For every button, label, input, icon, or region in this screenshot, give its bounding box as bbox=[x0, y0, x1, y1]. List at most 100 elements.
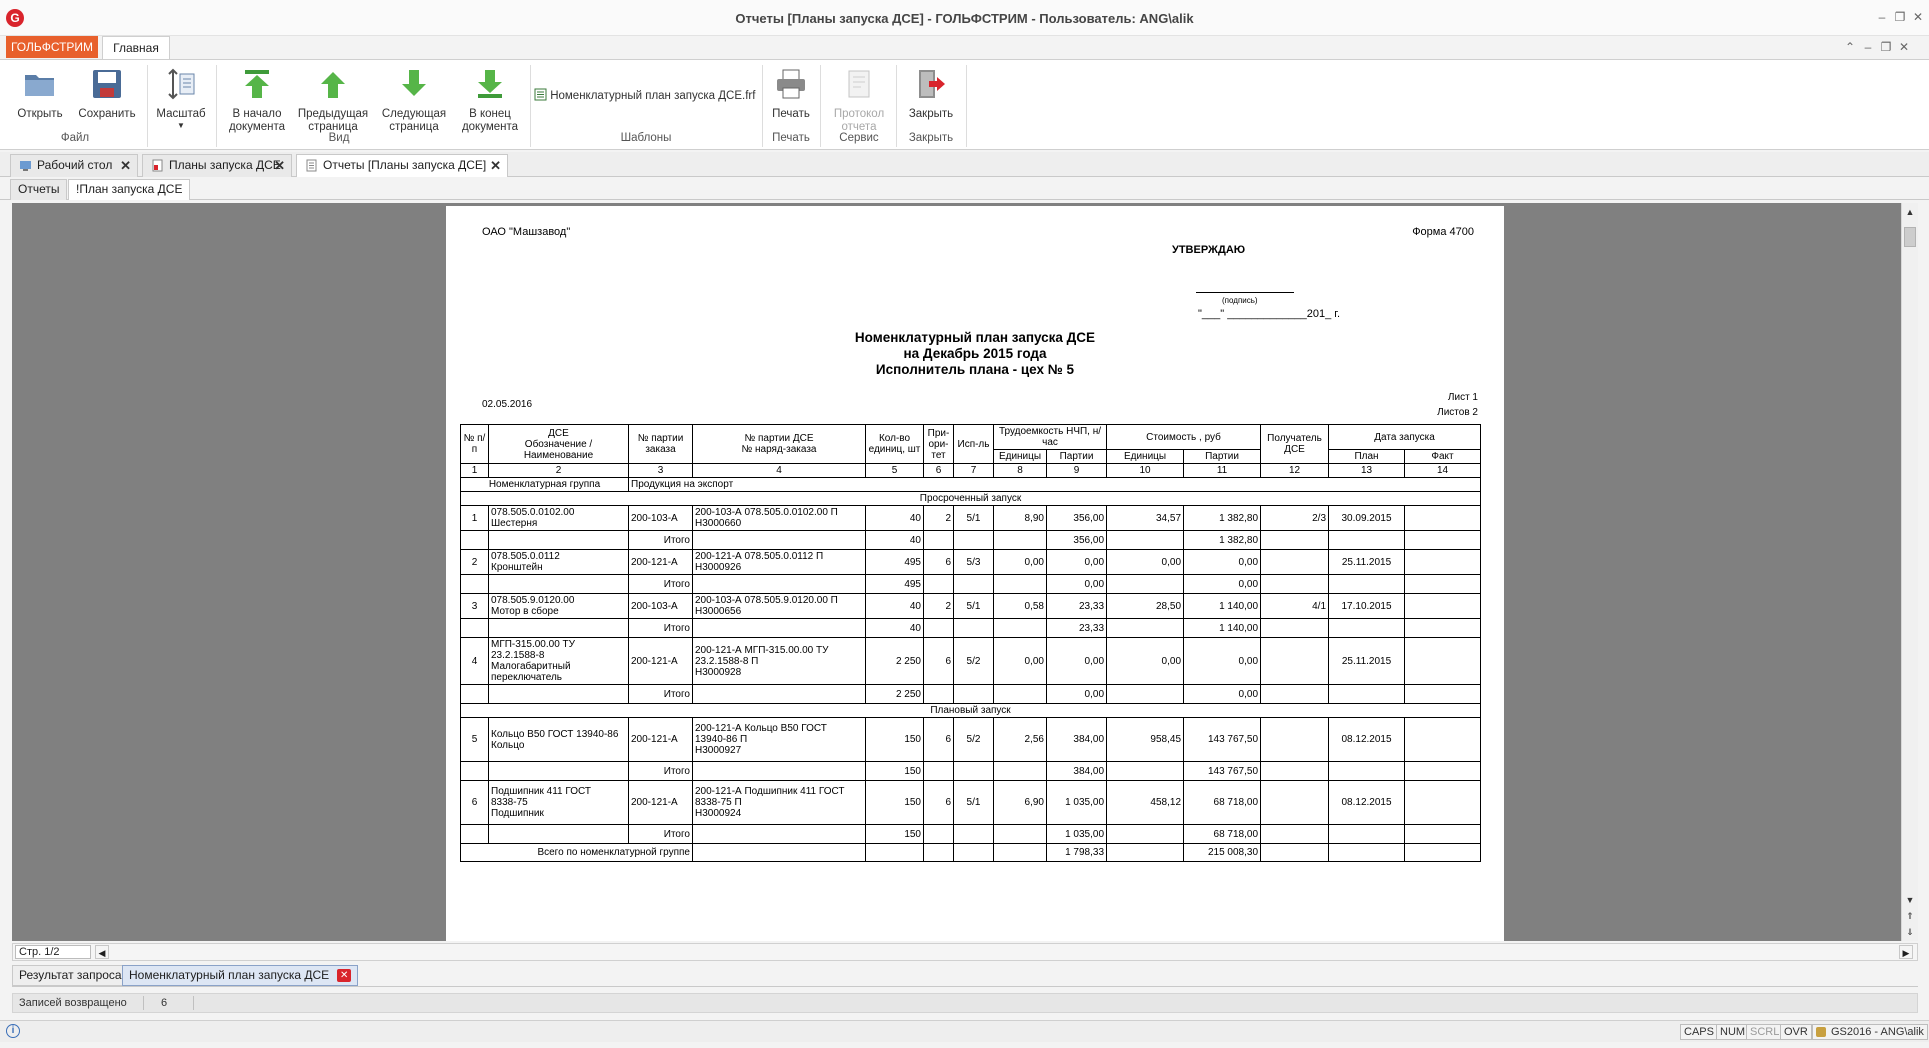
ribbon-separator bbox=[147, 65, 148, 147]
tab-launch-plans[interactable]: Планы запуска ДСЕ ✕ bbox=[142, 154, 292, 177]
print-button[interactable]: Печать bbox=[766, 62, 816, 121]
row-cost-b: 0,00 bbox=[1183, 637, 1262, 685]
row-cost-b: 0,00 bbox=[1183, 549, 1262, 575]
zoom-fit-icon bbox=[168, 68, 195, 100]
total-row: Итого 40 356,00 1 382,80 bbox=[460, 530, 1482, 550]
subtab-reports[interactable]: Отчеты bbox=[10, 179, 68, 200]
first-page-button[interactable]: В начало документа bbox=[224, 62, 290, 134]
tab-report-result-label: Номенклатурный план запуска ДСЕ bbox=[129, 968, 330, 982]
tab-app-menu[interactable]: ГОЛЬФСТРИМ bbox=[6, 36, 98, 58]
restore-icon[interactable]: ❐ bbox=[1892, 10, 1908, 24]
ribbon-separator bbox=[820, 65, 821, 147]
protocol-button[interactable]: Протокол отчета bbox=[826, 62, 892, 134]
dse-line: 078.505.0.0102.00 bbox=[491, 507, 575, 518]
row-lab-b: 0,00 bbox=[1045, 637, 1108, 685]
prev-page-scroll-icon[interactable]: ⇑ bbox=[1903, 909, 1917, 923]
report-title-2: на Декабрь 2015 года bbox=[903, 346, 1047, 361]
dse-line: Кронштейн bbox=[491, 562, 543, 573]
column-number: 4 bbox=[692, 463, 866, 478]
report-viewer[interactable]: ОАО "Машзавод" Форма 4700 УТВЕРЖДАЮ (под… bbox=[12, 203, 1901, 941]
column-number: 9 bbox=[1045, 463, 1108, 478]
print-label: Печать bbox=[772, 108, 810, 120]
template-button[interactable]: Номенклатурный план запуска ДСЕ.frf bbox=[534, 88, 758, 103]
report-document-icon bbox=[306, 159, 317, 172]
records-separator bbox=[193, 996, 194, 1010]
row-lab-u: 2,56 bbox=[993, 717, 1047, 762]
total-labor: 0,00 bbox=[1045, 574, 1108, 594]
section-row: Просроченный запуск bbox=[459, 491, 1482, 506]
order-line: Н3000928 bbox=[695, 666, 742, 678]
scroll-up-icon[interactable]: ▲ bbox=[1903, 205, 1917, 219]
row-lab-u: 0,00 bbox=[993, 549, 1047, 575]
zoom-button[interactable]: Масштаб ▼ bbox=[152, 62, 210, 130]
minimize-icon[interactable]: – bbox=[1874, 10, 1890, 24]
open-button[interactable]: Открыть bbox=[12, 62, 68, 121]
scrl-indicator: SCRL bbox=[1746, 1024, 1784, 1040]
scroll-thumb[interactable] bbox=[1904, 227, 1916, 247]
vertical-scrollbar[interactable]: ▲ ▼ ⇑ ⇓ bbox=[1901, 203, 1918, 941]
ribbon-separator bbox=[762, 65, 763, 147]
mdi-close-icon[interactable]: ✕ bbox=[1896, 40, 1912, 54]
row-dse: 078.505.0.0112 Кронштейн bbox=[488, 549, 629, 575]
order-line: Н3000927 bbox=[695, 745, 742, 756]
signature-line bbox=[1196, 292, 1294, 293]
dse-line: 078.505.9.0120.00 bbox=[491, 595, 575, 606]
next-page-scroll-icon[interactable]: ⇓ bbox=[1903, 925, 1917, 939]
scroll-right-icon[interactable]: ▶ bbox=[1899, 945, 1913, 959]
info-icon[interactable]: i bbox=[6, 1024, 20, 1038]
arrow-up-icon bbox=[321, 72, 345, 98]
header-cost-unit: Единицы bbox=[1106, 449, 1185, 464]
scroll-left-icon[interactable]: ◀ bbox=[95, 945, 109, 959]
tab-reports[interactable]: Отчеты [Планы запуска ДСЕ] ✕ bbox=[296, 154, 508, 178]
scroll-down-icon[interactable]: ▼ bbox=[1903, 893, 1917, 907]
next-page-button[interactable]: Следующая страница bbox=[376, 62, 452, 134]
total-qty: 150 bbox=[865, 761, 924, 781]
records-separator bbox=[143, 996, 144, 1010]
document-tabs: Рабочий стол ✕ Планы запуска ДСЕ ✕ Отчет… bbox=[0, 152, 1929, 178]
total-label: Итого bbox=[628, 761, 693, 781]
close-window-icon[interactable]: ✕ bbox=[1910, 10, 1926, 24]
row-lab-u: 0,58 bbox=[993, 593, 1047, 619]
header-dse-title: ДСЕ bbox=[548, 427, 569, 439]
exit-door-icon bbox=[919, 70, 945, 98]
tab-report-result[interactable]: Номенклатурный план запуска ДСЕ ✕ bbox=[122, 965, 359, 986]
form-number: Форма 4700 bbox=[1412, 226, 1474, 238]
group-label-service: Сервис bbox=[839, 132, 879, 144]
row-order: 200-121-А Кольцо В50 ГОСТ 13940-86 П Н3000… bbox=[692, 717, 866, 762]
close-tab-icon[interactable]: ✕ bbox=[337, 969, 352, 983]
close-tab-icon[interactable]: ✕ bbox=[274, 155, 285, 176]
close-report-button[interactable]: Закрыть bbox=[900, 62, 962, 121]
row-cost-u: 0,00 bbox=[1106, 637, 1185, 685]
row-fact bbox=[1404, 637, 1482, 685]
total-row: Итого 40 23,33 1 140,00 bbox=[460, 618, 1482, 638]
subtab-launch-plan[interactable]: !План запуска ДСЕ bbox=[68, 179, 191, 200]
mdi-restore-icon[interactable]: ❐ bbox=[1878, 40, 1894, 54]
title-bar: G Отчеты [Планы запуска ДСЕ] - ГОЛЬФСТРИ… bbox=[0, 0, 1929, 36]
mdi-minimize-icon[interactable]: – bbox=[1860, 40, 1876, 54]
row-batch: 200-103-А bbox=[628, 593, 693, 619]
save-button[interactable]: Сохранить bbox=[76, 62, 138, 121]
tab-query-result[interactable]: Результат запроса bbox=[12, 965, 129, 986]
last-page-button[interactable]: В конец документа bbox=[456, 62, 524, 134]
close-tab-icon[interactable]: ✕ bbox=[490, 155, 501, 176]
ribbon-collapse-icon[interactable]: ⌃ bbox=[1842, 40, 1858, 54]
group-label-templates: Шаблоны bbox=[620, 132, 672, 144]
order-line: 200-121-А МГП-315.00.00 ТУ bbox=[695, 644, 829, 656]
group-label-view: Вид bbox=[328, 132, 350, 144]
row-order: 200-121-А 078.505.0.0112 П Н3000926 bbox=[692, 549, 866, 575]
row-order: 200-103-А 078.505.9.0120.00 П Н3000656 bbox=[692, 593, 866, 619]
close-tab-icon[interactable]: ✕ bbox=[120, 155, 131, 176]
tab-launch-plans-label: Планы запуска ДСЕ bbox=[169, 158, 281, 172]
tab-desktop[interactable]: Рабочий стол ✕ bbox=[10, 154, 138, 177]
caps-indicator: CAPS bbox=[1680, 1024, 1718, 1040]
row-order: 200-121-А МГП-315.00.00 ТУ 23.2.1588-8 ПН… bbox=[692, 637, 866, 685]
header-cost-batch: Партии bbox=[1183, 449, 1262, 464]
tab-main[interactable]: Главная bbox=[102, 36, 170, 60]
ribbon-separator bbox=[966, 65, 967, 147]
row-plan: 17.10.2015 bbox=[1328, 593, 1406, 619]
column-number: 11 bbox=[1183, 463, 1262, 478]
row-fact bbox=[1404, 780, 1482, 825]
order-line: Н3000924 bbox=[695, 808, 742, 819]
prev-page-button[interactable]: Предыдущая страница bbox=[294, 62, 372, 134]
dse-line: Подшипник 411 ГОСТ bbox=[491, 786, 591, 797]
